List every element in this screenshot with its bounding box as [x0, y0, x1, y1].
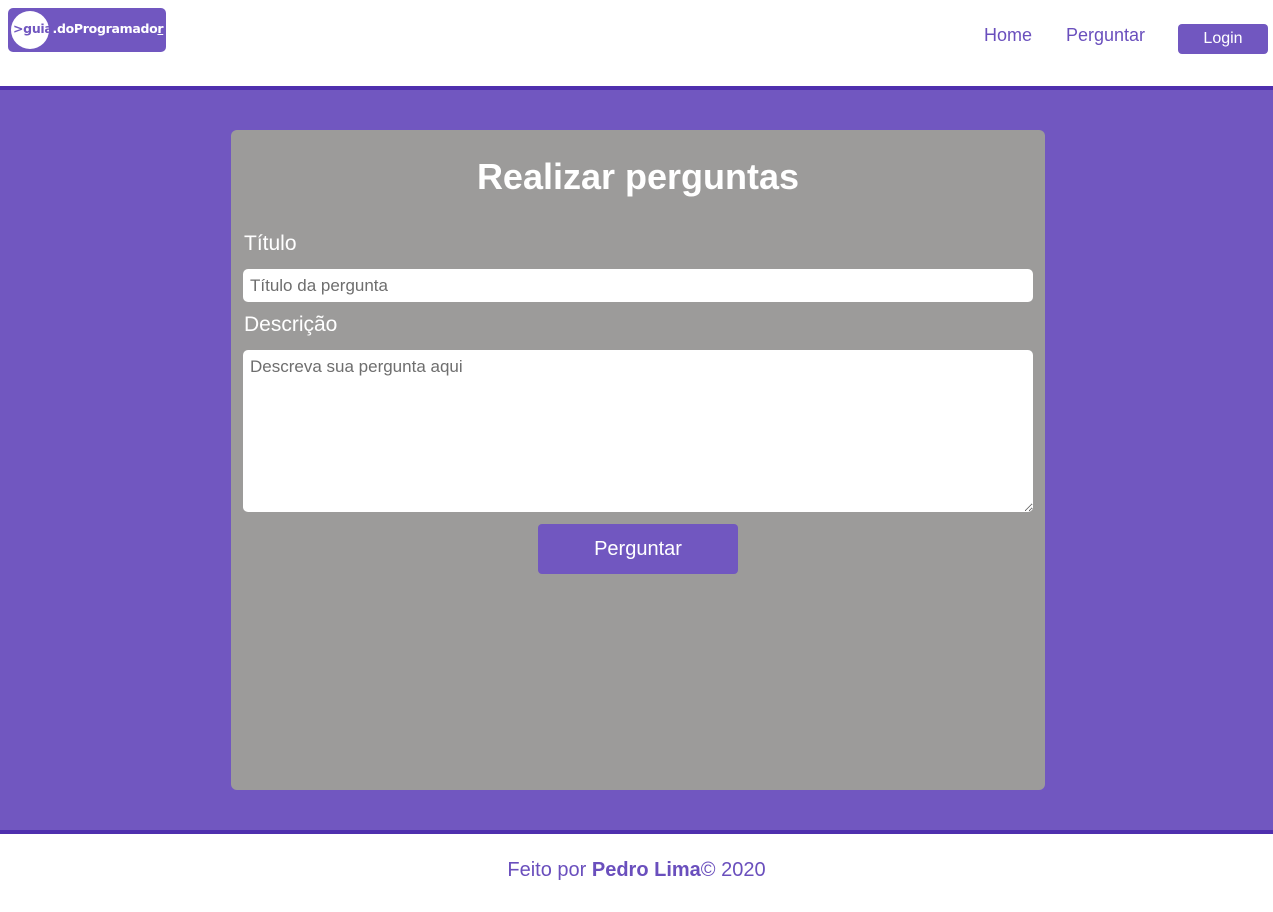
- submit-question-button[interactable]: Perguntar: [538, 524, 738, 574]
- logo-text: >guia.doProgramador: [13, 21, 164, 37]
- footer-credit: Feito por Pedro Lima© 2020: [0, 858, 1273, 882]
- logo-text-cursor: r: [157, 21, 164, 36]
- logo-text-guia: >guia: [13, 21, 53, 36]
- logo-text-doprogramado: .doProgramado: [52, 21, 158, 36]
- question-form-card: Realizar perguntas Título Descrição Perg…: [231, 130, 1045, 790]
- footer-prefix: Feito por: [507, 859, 592, 881]
- login-button[interactable]: Login: [1178, 24, 1268, 54]
- description-textarea[interactable]: [243, 350, 1033, 512]
- nav-link-home[interactable]: Home: [984, 24, 1032, 46]
- footer-copyright: © 2020: [700, 859, 766, 881]
- description-label: Descrição: [244, 313, 338, 336]
- title-input[interactable]: [243, 269, 1033, 302]
- site-logo[interactable]: >guia.doProgramador: [8, 8, 166, 52]
- footer-author: Pedro Lima: [591, 859, 701, 881]
- site-header: >guia.doProgramador Home Perguntar Login: [0, 0, 1273, 86]
- form-title: Realizar perguntas: [476, 156, 800, 197]
- site-footer: Feito por Pedro Lima© 2020: [0, 834, 1273, 912]
- main-content: Realizar perguntas Título Descrição Perg…: [0, 86, 1273, 834]
- title-label: Título: [244, 232, 297, 255]
- nav-link-perguntar[interactable]: Perguntar: [1066, 24, 1145, 46]
